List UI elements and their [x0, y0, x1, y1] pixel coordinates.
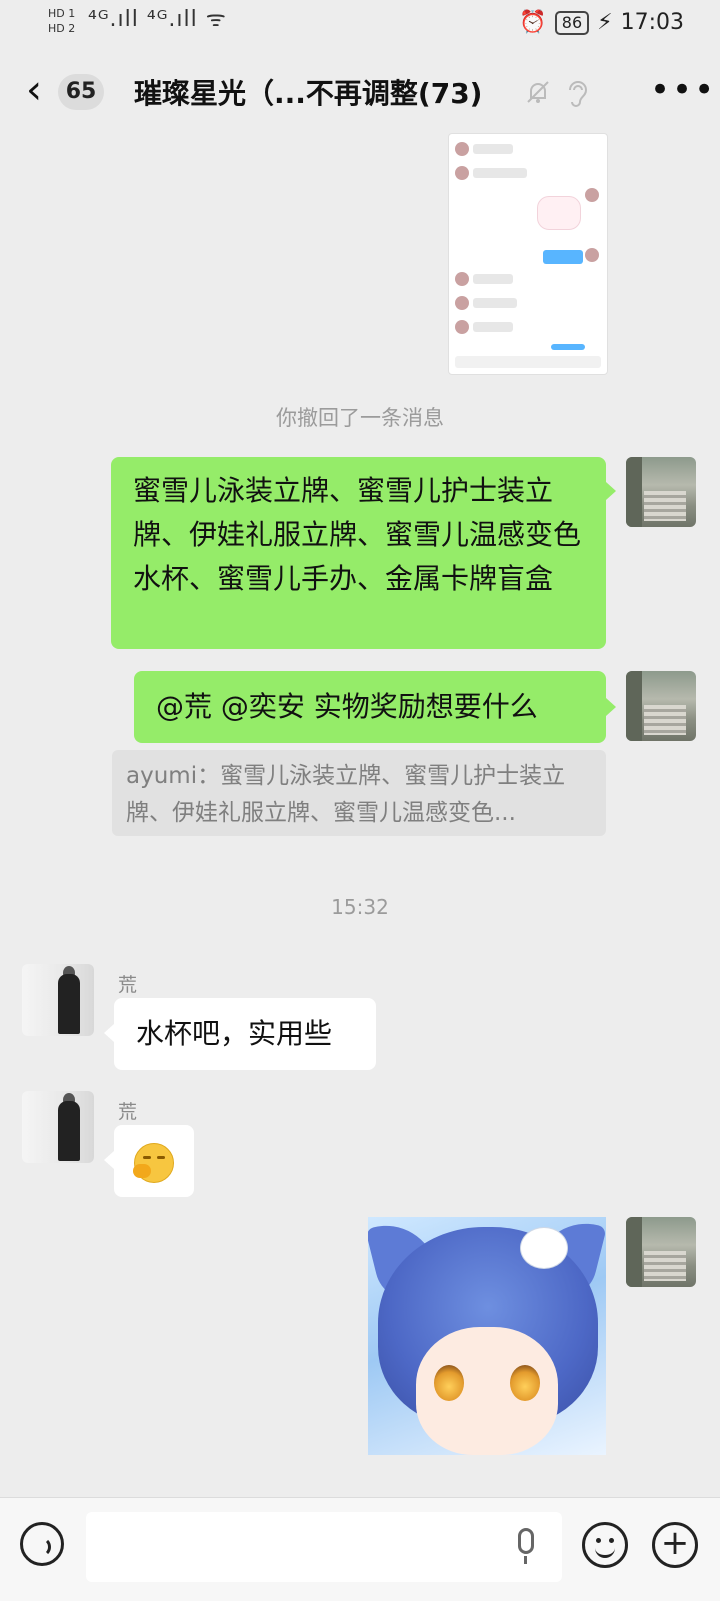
battery-level: 86 — [554, 10, 590, 35]
shared-screenshot-image[interactable] — [448, 133, 608, 375]
bubble-tail — [104, 1024, 114, 1042]
emoji-icon[interactable] — [582, 1522, 628, 1568]
ear-icon — [569, 81, 588, 107]
mic-icon[interactable] — [518, 1528, 534, 1554]
message-input[interactable] — [86, 1512, 562, 1582]
avatar[interactable] — [22, 964, 94, 1036]
input-bar: + — [0, 1497, 720, 1601]
self-message-bubble[interactable]: @荒 @奕安 实物奖励想要什么 — [134, 671, 606, 743]
avatar[interactable] — [626, 457, 696, 527]
other-message-bubble[interactable]: 水杯吧，实用些 — [114, 998, 376, 1070]
clock: 17:03 — [620, 10, 684, 35]
hd1-label: HD 1 — [48, 7, 76, 20]
bubble-tail — [606, 698, 616, 716]
voice-icon[interactable] — [20, 1522, 64, 1566]
recalled-notice: 你撤回了一条消息 — [276, 406, 444, 430]
anime-sticker-image[interactable] — [368, 1217, 606, 1455]
quoted-message[interactable]: ayumi：蜜雪儿泳装立牌、蜜雪儿护士装立牌、伊娃礼服立牌、蜜雪儿温感变色... — [112, 750, 606, 836]
network-icons: ⁴ᴳ.ıll ⁴ᴳ.ıll ᯤ — [88, 7, 227, 32]
bubble-tail — [606, 482, 616, 500]
unread-count-badge[interactable]: 65 — [58, 74, 104, 110]
avatar[interactable] — [626, 671, 696, 741]
mic-stem — [524, 1556, 527, 1564]
bubble-tail — [104, 1151, 114, 1169]
bell-off-icon — [527, 81, 549, 103]
plus-icon[interactable]: + — [652, 1522, 698, 1568]
charging-icon: ⚡ — [597, 10, 613, 35]
status-bar: HD 1 HD 2 ⁴ᴳ.ıll ⁴ᴳ.ıll ᯤ ⏰ 86 ⚡ 17:03 — [0, 0, 720, 48]
chat-title: 璀璨星光（...不再调整(73) — [134, 77, 483, 110]
self-message-bubble[interactable]: 蜜雪儿泳装立牌、蜜雪儿护士装立牌、伊娃礼服立牌、蜜雪儿温感变色水杯、蜜雪儿手办、… — [111, 457, 606, 649]
sender-name: 荒 — [118, 1101, 138, 1123]
hd2-label: HD 2 — [48, 22, 76, 35]
thinking-emoji-icon — [133, 1143, 174, 1183]
timestamp: 15:32 — [331, 895, 389, 919]
avatar[interactable] — [626, 1217, 696, 1287]
alarm-icon: ⏰ — [519, 10, 547, 35]
signal-indicators: HD 1 HD 2 ⁴ᴳ.ıll ⁴ᴳ.ıll ᯤ — [48, 6, 226, 36]
sender-name: 荒 — [118, 974, 138, 996]
more-icon[interactable]: ••• — [650, 70, 716, 110]
avatar[interactable] — [22, 1091, 94, 1163]
chevron-left-icon[interactable]: ‹ — [26, 70, 56, 112]
chat-header: ‹ 65 璀璨星光（...不再调整(73) ••• — [0, 48, 720, 136]
